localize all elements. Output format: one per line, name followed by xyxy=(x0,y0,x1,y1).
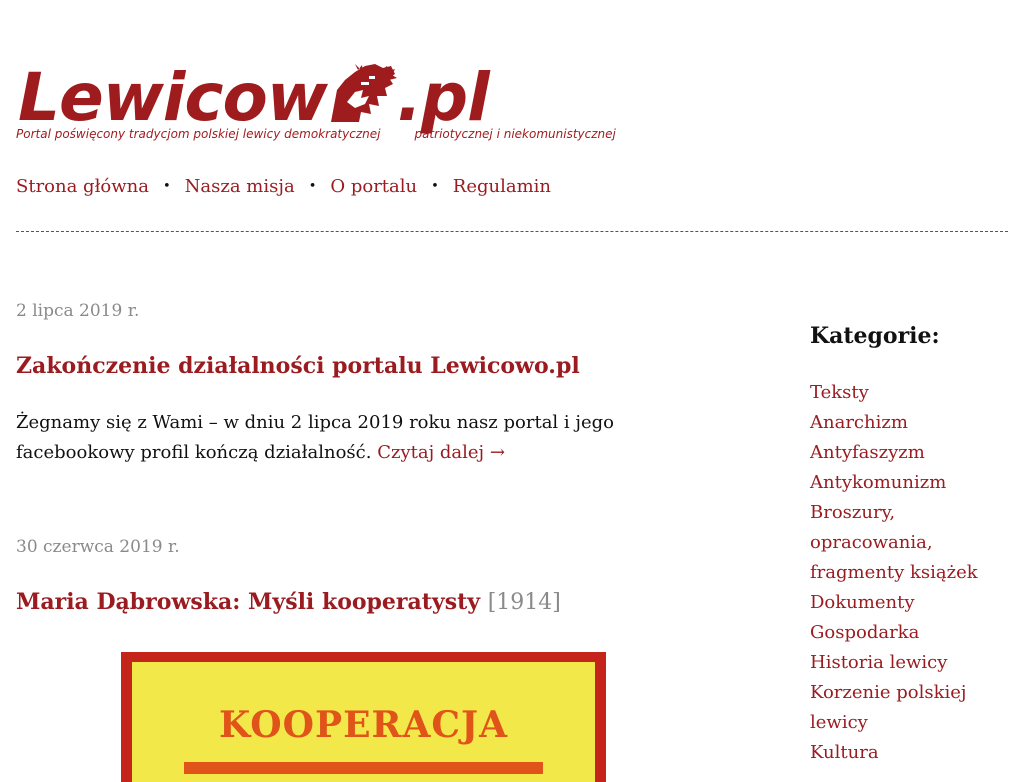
sidebar-heading: Kategorie: xyxy=(810,323,940,349)
post-title-link[interactable]: Zakończenie działalności portalu Lewicow… xyxy=(16,353,580,379)
main-nav: Strona główna • Nasza misja • O portalu • Regu… xyxy=(16,176,551,197)
category-link-korzenie[interactable]: Korzenie polskiej lewicy xyxy=(810,682,967,733)
category-item: Gospodarka xyxy=(810,618,1010,648)
nav-separator: • xyxy=(162,179,171,194)
post-date: 30 czerwca 2019 r. xyxy=(16,537,180,557)
nav-separator: • xyxy=(431,179,439,194)
category-item: Teksty xyxy=(810,378,1010,408)
nav-separator: • xyxy=(308,179,317,194)
site-tagline: Portal poświęcony tradycjom polskiej lew… xyxy=(16,127,616,141)
logo-word-end: .pl xyxy=(396,59,490,136)
category-item: Broszury, opracowania, fragmenty książek xyxy=(810,498,1010,588)
post-title: Zakończenie działalności portalu Lewicow… xyxy=(16,351,580,381)
category-item: Antyfaszyzm xyxy=(810,438,1010,468)
nav-link-rules[interactable]: Regulamin xyxy=(453,176,551,197)
category-link-broszury[interactable]: Broszury, opracowania, fragmenty książek xyxy=(810,502,978,583)
logo-wordmark: Lewicow .pl xyxy=(18,59,490,136)
eagle-emblem-icon xyxy=(325,62,399,124)
category-item: Korzenie polskiej lewicy xyxy=(810,678,1010,738)
category-link-dokumenty[interactable]: Dokumenty xyxy=(810,592,914,613)
category-link-antykomunizm[interactable]: Antykomunizm xyxy=(810,472,946,493)
cover-paper: KOOPERACJA xyxy=(132,662,595,782)
nav-link-about[interactable]: O portalu xyxy=(330,176,417,197)
post-excerpt-text: Żegnamy się z Wami – w dniu 2 lipca 2019… xyxy=(16,412,614,463)
post-title-link[interactable]: Maria Dąbrowska: Myśli kooperatysty xyxy=(16,589,480,615)
post-title: Maria Dąbrowska: Myśli kooperatysty [191… xyxy=(16,587,561,618)
category-link-teksty[interactable]: Teksty xyxy=(810,382,869,403)
cover-title: KOOPERACJA xyxy=(218,704,509,746)
nav-link-home[interactable]: Strona główna xyxy=(16,176,149,197)
post-date: 2 lipca 2019 r. xyxy=(16,301,140,321)
category-item: Historia lewicy xyxy=(810,648,1010,678)
category-link-antyfaszyzm[interactable]: Antyfaszyzm xyxy=(810,442,925,463)
post-excerpt: Żegnamy się z Wami – w dniu 2 lipca 2019… xyxy=(16,408,616,468)
header-divider xyxy=(16,231,1008,232)
category-item: Anarchizm xyxy=(810,408,1010,438)
tagline-part-2: patriotycznej i niekomunistycznej xyxy=(414,127,616,141)
cover-band xyxy=(184,762,543,774)
category-link-gospodarka[interactable]: Gospodarka xyxy=(810,622,919,643)
category-list: Teksty Anarchizm Antyfaszyzm Antykomuniz… xyxy=(810,378,1010,768)
logo-word-start: Lewicow xyxy=(18,59,328,136)
sidebar: Kategorie: Teksty Anarchizm Antyfaszyzm … xyxy=(810,318,1010,763)
site-logo[interactable]: Lewicow .pl Portal poświęcony tradycjom … xyxy=(16,62,756,148)
category-item: Dokumenty xyxy=(810,588,1010,618)
category-item: Antykomunizm xyxy=(810,468,1010,498)
category-link-historia-lewicy[interactable]: Historia lewicy xyxy=(810,652,947,673)
nav-link-mission[interactable]: Nasza misja xyxy=(185,176,295,197)
post-cover-image[interactable]: KOOPERACJA xyxy=(121,652,606,782)
category-link-kultura[interactable]: Kultura xyxy=(810,742,879,763)
post-year: [1914] xyxy=(487,590,561,615)
read-more-link[interactable]: Czytaj dalej → xyxy=(377,442,505,463)
category-link-anarchizm[interactable]: Anarchizm xyxy=(810,412,908,433)
category-item: Kultura xyxy=(810,738,1010,768)
tagline-part-1: Portal poświęcony tradycjom polskiej lew… xyxy=(16,127,381,141)
